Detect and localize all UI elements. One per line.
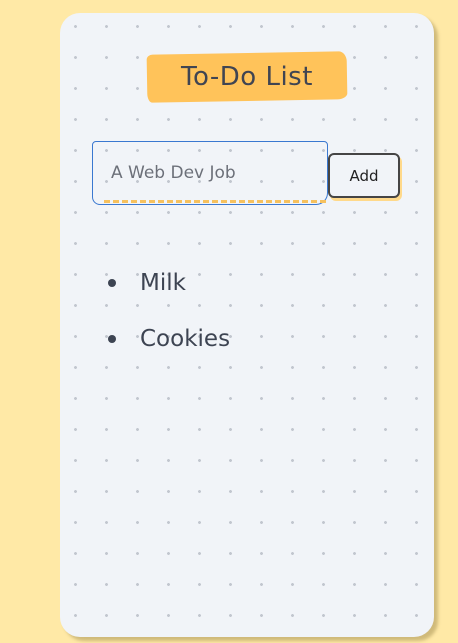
page-title: To-Do List bbox=[181, 62, 313, 92]
bullet-icon bbox=[108, 279, 116, 287]
add-button[interactable]: Add bbox=[328, 153, 400, 198]
todo-item[interactable]: Cookies bbox=[104, 311, 230, 367]
title-highlight: To-Do List bbox=[146, 51, 348, 103]
todo-item-label: Cookies bbox=[140, 326, 231, 352]
todo-card: To-Do List Add Milk Cookies bbox=[60, 13, 434, 637]
input-underline bbox=[104, 200, 326, 203]
bullet-icon bbox=[108, 335, 116, 343]
todo-list: Milk Cookies bbox=[104, 255, 230, 367]
todo-input[interactable] bbox=[92, 141, 328, 205]
todo-item-label: Milk bbox=[140, 270, 186, 296]
todo-item[interactable]: Milk bbox=[104, 255, 230, 311]
